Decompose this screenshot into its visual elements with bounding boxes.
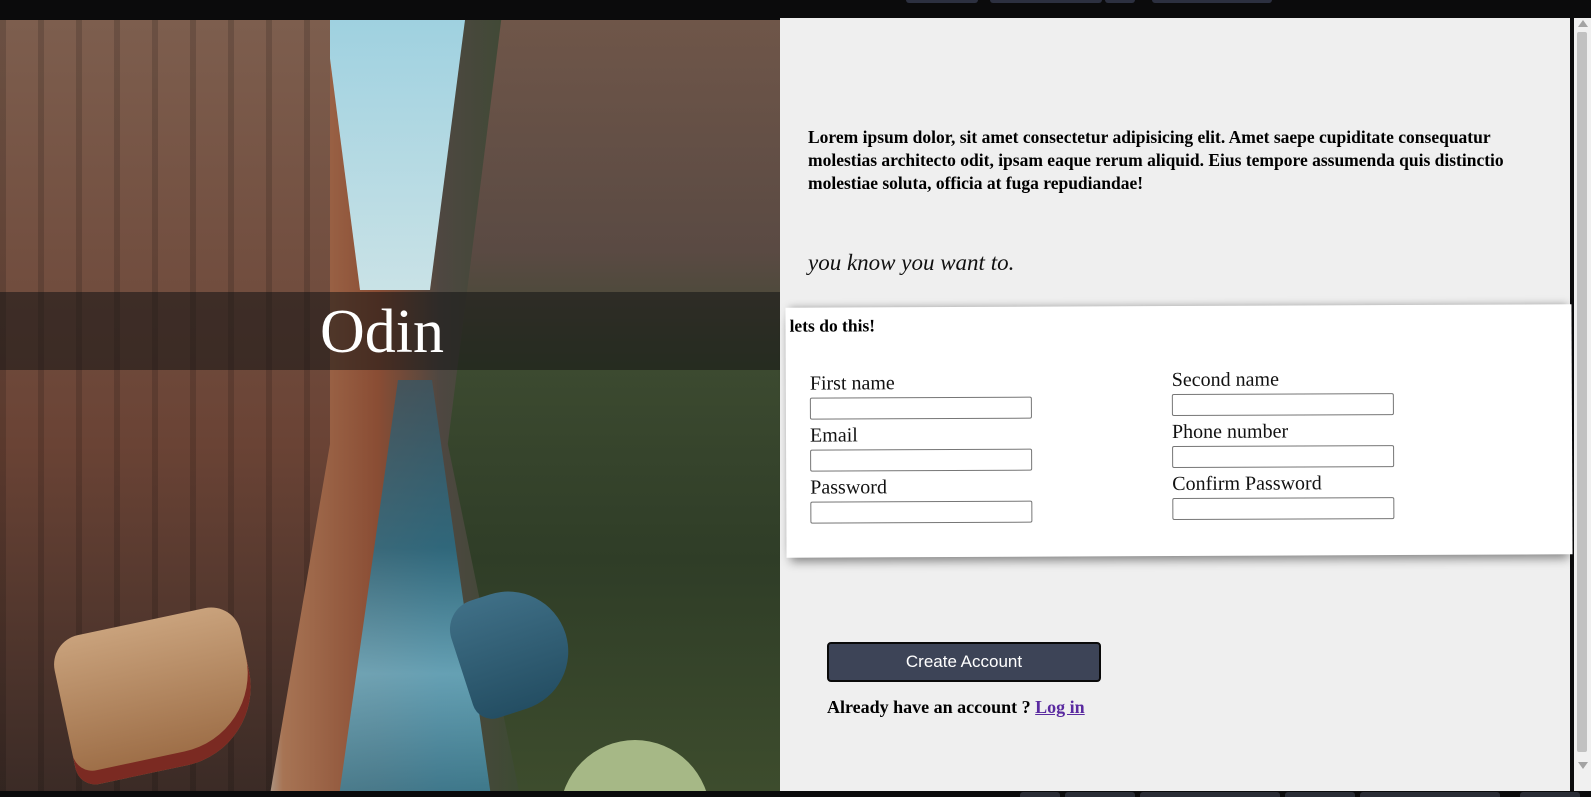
browser-top-bar <box>0 0 1591 20</box>
confirm-password-label: Confirm Password <box>1172 472 1322 496</box>
top-tab[interactable] <box>1105 0 1135 3</box>
site-logo: Odin <box>320 298 444 366</box>
taskbar-item[interactable] <box>1020 792 1060 797</box>
taskbar-item[interactable] <box>1360 792 1500 797</box>
first-name-label: First name <box>809 372 895 395</box>
password-field: Password <box>810 475 1033 524</box>
form-title: lets do this! <box>789 315 876 336</box>
second-name-label: Second name <box>1171 368 1280 392</box>
email-input[interactable] <box>810 448 1033 472</box>
page-scrollbar[interactable] <box>1574 18 1591 791</box>
top-tab[interactable] <box>906 0 978 3</box>
scrollbar-thumb[interactable] <box>1577 32 1587 752</box>
phone-number-label: Phone number <box>1171 420 1289 444</box>
login-prompt: Already have an account ? Log in <box>827 697 1085 718</box>
email-field: Email <box>809 423 1033 472</box>
hero-sky <box>325 20 465 290</box>
confirm-password-field: Confirm Password <box>1172 471 1395 521</box>
phone-number-input[interactable] <box>1172 445 1395 469</box>
login-prompt-text: Already have an account ? <box>827 697 1031 717</box>
confirm-password-input[interactable] <box>1172 497 1395 521</box>
first-name-field: First name <box>810 371 1032 420</box>
create-account-button[interactable]: Create Account <box>827 642 1101 682</box>
taskbar-item[interactable] <box>1285 792 1355 797</box>
taskbar-item[interactable] <box>1065 792 1135 797</box>
hero-image: Odin <box>0 20 786 791</box>
email-label: Email <box>809 424 858 447</box>
login-link[interactable]: Log in <box>1035 697 1085 717</box>
first-name-input[interactable] <box>809 396 1032 420</box>
scroll-up-icon[interactable] <box>1578 20 1588 27</box>
taskbar <box>0 791 1591 797</box>
phone-number-field: Phone number <box>1171 419 1395 469</box>
top-tab[interactable] <box>1152 0 1272 3</box>
password-input[interactable] <box>810 500 1033 524</box>
password-label: Password <box>810 476 887 499</box>
tagline: you know you want to. <box>808 250 1015 275</box>
taskbar-item[interactable] <box>1520 792 1580 797</box>
second-name-input[interactable] <box>1171 393 1394 417</box>
signup-form: lets do this! First name Second name Ema… <box>785 304 1573 558</box>
taskbar-item[interactable] <box>1140 792 1280 797</box>
scroll-down-icon[interactable] <box>1578 762 1588 769</box>
second-name-field: Second name <box>1171 367 1394 417</box>
top-tab[interactable] <box>990 0 1102 3</box>
intro-text: Lorem ipsum dolor, sit amet consectetur … <box>808 127 1504 193</box>
